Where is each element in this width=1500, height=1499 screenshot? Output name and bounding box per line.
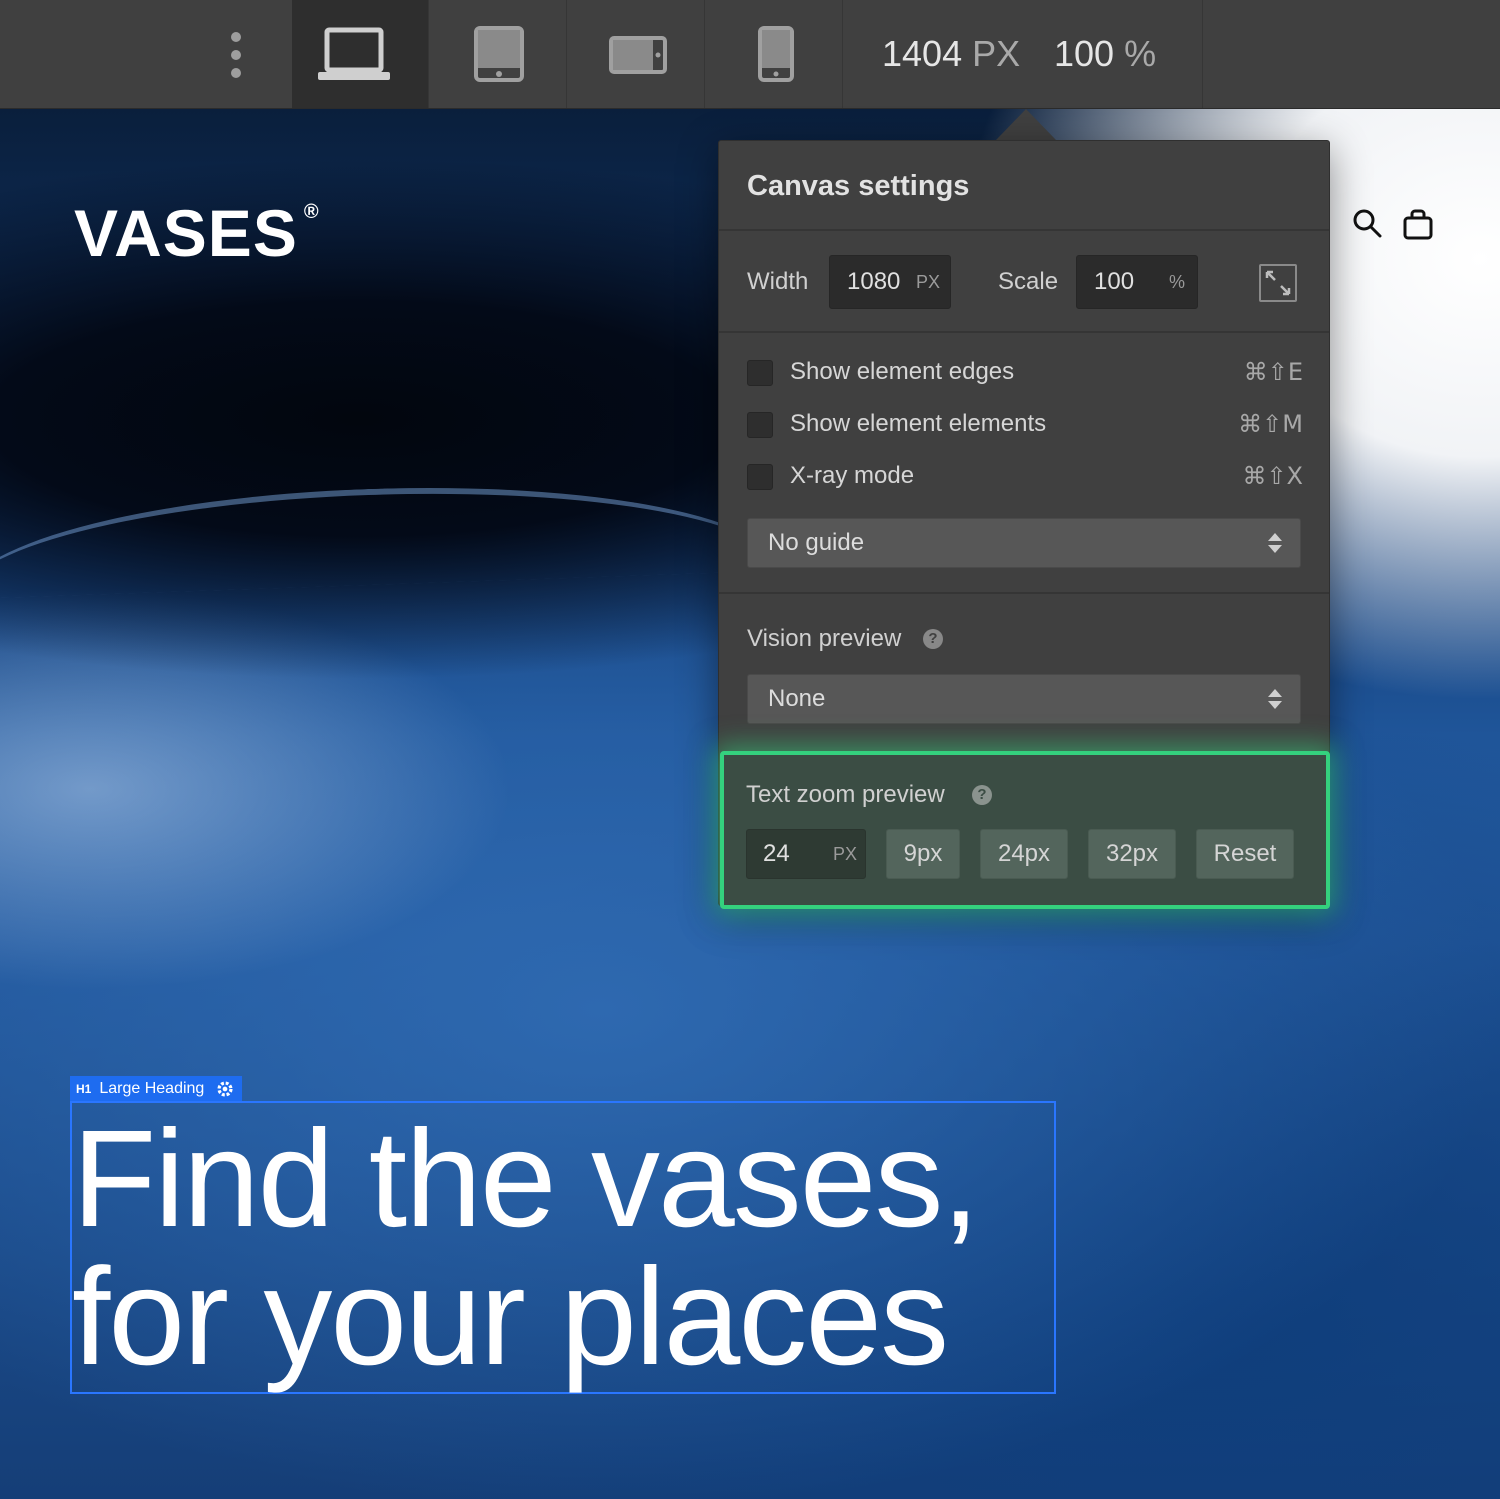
more-options-icon[interactable]: [200, 0, 270, 108]
help-icon[interactable]: ?: [972, 785, 992, 805]
width-input-unit: PX: [916, 272, 941, 292]
canvas-zoom-value: 100: [1054, 33, 1115, 74]
gear-icon[interactable]: [214, 1078, 236, 1100]
text-zoom-preview-label: Text zoom preview: [746, 781, 945, 808]
scale-input[interactable]: 100 %: [1076, 255, 1198, 309]
divider: [719, 229, 1329, 231]
top-toolbar: 1404 PX 100 %: [0, 0, 1500, 109]
width-label: Width: [747, 268, 809, 295]
help-icon[interactable]: ?: [923, 629, 943, 649]
site-logo-text: VASES: [74, 196, 298, 270]
hero-heading-line-1: Find the vases,: [72, 1102, 980, 1256]
vision-preview-value: None: [768, 685, 826, 712]
expand-icon: [1265, 270, 1291, 296]
mobile-portrait-breakpoint-button[interactable]: [706, 0, 843, 108]
vision-preview-label: Vision preview: [747, 625, 902, 652]
xray-mode-option[interactable]: X-ray mode ⌘⇧X: [747, 457, 1303, 497]
text-zoom-preview-section: Text zoom preview ? 24 PX 9px 24px 32px …: [720, 751, 1330, 909]
width-input-value: 1080: [847, 268, 901, 295]
text-zoom-input-unit: PX: [833, 844, 858, 864]
show-element-elements-option[interactable]: Show element elements ⌘⇧M: [747, 405, 1303, 445]
select-arrows-icon: [1268, 689, 1282, 709]
show-element-edges-checkbox[interactable]: [747, 360, 773, 386]
divider: [719, 331, 1329, 333]
scale-label: Scale: [998, 268, 1059, 295]
xray-mode-label: X-ray mode: [790, 462, 915, 489]
show-element-elements-shortcut: ⌘⇧M: [1238, 410, 1303, 438]
panel-pointer: [996, 109, 1056, 140]
mobile-landscape-icon: [609, 36, 667, 74]
text-zoom-32px-button[interactable]: 32px: [1088, 829, 1176, 879]
panel-title: Canvas settings: [747, 170, 970, 202]
text-zoom-24px-button[interactable]: 24px: [980, 829, 1068, 879]
laptop-icon: [318, 27, 390, 80]
width-input[interactable]: 1080 PX: [829, 255, 951, 309]
show-element-edges-label: Show element edges: [790, 358, 1015, 385]
guide-select-value: No guide: [768, 529, 865, 556]
mobile-portrait-icon: [758, 26, 794, 82]
canvas-width-value: 1404: [882, 33, 963, 74]
select-arrows-icon: [1268, 533, 1282, 553]
xray-mode-shortcut: ⌘⇧X: [1242, 462, 1303, 490]
text-zoom-input-value: 24: [763, 840, 790, 867]
tablet-breakpoint-button[interactable]: [430, 0, 567, 108]
show-element-edges-shortcut: ⌘⇧E: [1243, 358, 1303, 386]
xray-mode-checkbox[interactable]: [747, 464, 773, 490]
show-element-elements-label: Show element elements: [790, 410, 1047, 437]
tablet-icon: [474, 26, 524, 82]
hero-heading-line-2: for your places: [72, 1240, 949, 1394]
guide-select[interactable]: No guide: [747, 518, 1301, 568]
heading-level-badge: H1: [76, 1082, 92, 1096]
selected-element-tag[interactable]: H1 Large Heading: [70, 1076, 243, 1102]
vase-rim-shape: [0, 474, 782, 600]
show-element-edges-option[interactable]: Show element edges ⌘⇧E: [747, 353, 1303, 393]
vision-preview-select[interactable]: None: [747, 674, 1301, 724]
shopping-bag-icon[interactable]: [1403, 208, 1433, 240]
text-zoom-input[interactable]: 24 PX: [746, 829, 866, 879]
desktop-breakpoint-button[interactable]: [292, 0, 429, 108]
scale-input-unit: %: [1169, 272, 1186, 292]
site-logo[interactable]: VASES ®: [74, 195, 320, 271]
selected-element-label: Large Heading: [99, 1080, 205, 1097]
search-icon[interactable]: [1352, 208, 1382, 238]
divider: [719, 592, 1329, 594]
canvas-zoom-unit: %: [1124, 33, 1157, 74]
show-element-elements-checkbox[interactable]: [747, 412, 773, 438]
canvas-width-unit: PX: [972, 33, 1021, 74]
scale-input-value: 100: [1094, 268, 1135, 295]
mobile-landscape-breakpoint-button[interactable]: [568, 0, 705, 108]
fit-to-screen-button[interactable]: [1259, 264, 1297, 302]
registered-mark: ®: [303, 201, 320, 223]
text-zoom-9px-button[interactable]: 9px: [886, 829, 960, 879]
text-zoom-reset-button[interactable]: Reset: [1196, 829, 1294, 879]
hero-heading[interactable]: Find the vases, for your places: [72, 1110, 1072, 1386]
canvas-size-readout[interactable]: 1404 PX 100 %: [846, 0, 1203, 108]
